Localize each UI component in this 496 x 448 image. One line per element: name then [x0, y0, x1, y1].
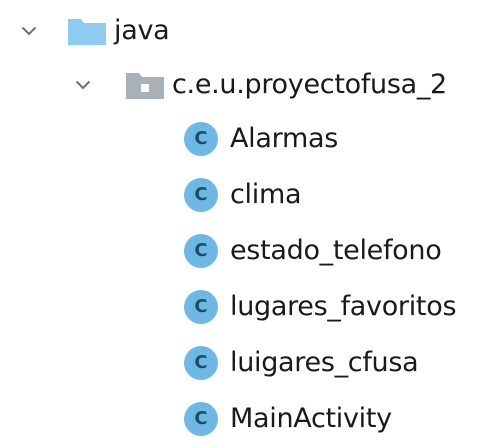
- tree-node-class[interactable]: C luigares_cfusa: [184, 338, 419, 388]
- tree-node-label: estado_telefono: [230, 235, 442, 266]
- class-c-icon: C: [184, 122, 218, 156]
- source-folder-icon: [66, 16, 108, 46]
- tree-node-label: c.e.u.proyectofusa_2: [172, 69, 447, 100]
- tree-node-label: MainActivity: [230, 403, 392, 434]
- tree-node-class[interactable]: C MainActivity: [184, 394, 392, 444]
- package-folder-icon: [124, 70, 166, 100]
- class-c-icon: C: [184, 402, 218, 436]
- class-c-icon: C: [184, 346, 218, 380]
- tree-node-label: Alarmas: [230, 123, 338, 154]
- class-c-icon: C: [184, 234, 218, 268]
- tree-node-label: java: [114, 15, 170, 46]
- class-c-icon: C: [184, 178, 218, 212]
- class-c-icon: C: [184, 290, 218, 324]
- tree-node-class[interactable]: C Alarmas: [184, 114, 338, 164]
- chevron-down-icon[interactable]: [66, 60, 100, 110]
- tree-node-class[interactable]: C clima: [184, 170, 302, 220]
- project-tree: java c.e.u.proyectofusa_2 C Alarmas C cl…: [0, 0, 496, 448]
- tree-node-label: clima: [230, 179, 302, 210]
- tree-node-package[interactable]: c.e.u.proyectofusa_2: [66, 60, 447, 110]
- tree-node-label: luigares_cfusa: [230, 347, 419, 378]
- tree-node-class[interactable]: C lugares_favoritos: [184, 282, 457, 332]
- tree-node-label: lugares_favoritos: [230, 291, 457, 322]
- tree-node-java[interactable]: java: [12, 6, 170, 56]
- tree-node-class[interactable]: C estado_telefono: [184, 226, 442, 276]
- chevron-down-icon[interactable]: [12, 6, 46, 56]
